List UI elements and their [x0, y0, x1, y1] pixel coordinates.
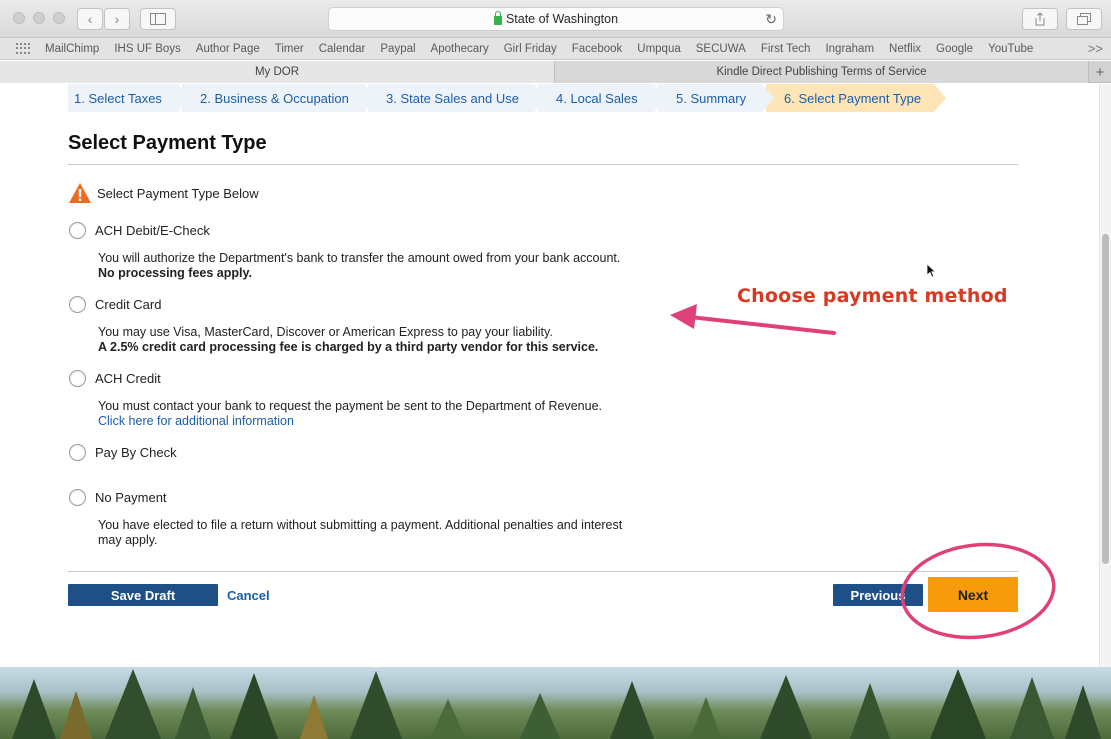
step-progress-bar: 1. Select Taxes 2. Business & Occupation…: [68, 84, 946, 112]
forward-arrow-icon[interactable]: ›: [104, 8, 130, 30]
close-window-icon[interactable]: [13, 12, 25, 24]
radio-credit-card[interactable]: [69, 296, 86, 313]
option-pay-by-check[interactable]: Pay By Check: [69, 444, 177, 461]
page-title: Select Payment Type: [68, 132, 267, 154]
radio-ach-debit[interactable]: [69, 222, 86, 239]
lock-icon: [493, 10, 502, 25]
tabs-overview-icon[interactable]: [1066, 8, 1102, 30]
bookmark-item[interactable]: YouTube: [988, 43, 1033, 55]
mouse-cursor-icon: [926, 263, 937, 278]
bookmark-item[interactable]: Author Page: [196, 43, 260, 55]
previous-button[interactable]: Previous: [833, 584, 923, 606]
bookmark-item[interactable]: Girl Friday: [504, 43, 557, 55]
description-text: You have elected to file a return withou…: [98, 518, 623, 532]
address-text: State of Washington: [505, 12, 619, 26]
divider: [68, 164, 1018, 165]
radio-pay-by-check[interactable]: [69, 444, 86, 461]
option-ach-credit[interactable]: ACH Credit: [69, 370, 161, 387]
step-select-taxes[interactable]: 1. Select Taxes: [68, 84, 190, 112]
option-ach-debit[interactable]: ACH Debit/E-Check: [69, 222, 210, 239]
tab-bar: My DOR Kindle Direct Publishing Terms of…: [0, 61, 1111, 83]
scrollbar-thumb[interactable]: [1102, 234, 1109, 564]
bookmark-item[interactable]: Calendar: [319, 43, 366, 55]
zoom-window-icon[interactable]: [53, 12, 65, 24]
bookmark-item[interactable]: MailChimp: [45, 43, 99, 55]
sidebar-toggle-icon[interactable]: [140, 8, 176, 30]
description-text: You may use Visa, MasterCard, Discover o…: [98, 325, 553, 339]
description-text: You must contact your bank to request th…: [98, 399, 603, 413]
bookmark-item[interactable]: Timer: [275, 43, 304, 55]
share-icon[interactable]: [1022, 8, 1058, 30]
radio-ach-credit[interactable]: [69, 370, 86, 387]
description-bold: A 2.5% credit card processing fee is cha…: [98, 340, 599, 354]
additional-info-link[interactable]: Click here for additional information: [98, 414, 294, 428]
ach-credit-description: You must contact your bank to request th…: [98, 399, 602, 429]
step-local-sales[interactable]: 4. Local Sales: [538, 84, 666, 112]
warning-icon: [68, 182, 92, 204]
minimize-window-icon[interactable]: [33, 12, 45, 24]
bookmark-item[interactable]: First Tech: [761, 43, 811, 55]
save-draft-button[interactable]: Save Draft: [68, 584, 218, 606]
option-credit-card[interactable]: Credit Card: [69, 296, 161, 313]
option-label: Credit Card: [95, 297, 162, 312]
no-payment-description: You have elected to file a return withou…: [98, 518, 622, 548]
option-label: No Payment: [95, 490, 167, 505]
description-text: may apply.: [98, 533, 158, 547]
bookmark-item[interactable]: Apothecary: [431, 43, 489, 55]
page-scrollbar[interactable]: [1099, 84, 1111, 667]
warning-message: Select Payment Type Below: [68, 182, 259, 204]
tab-my-dor[interactable]: My DOR: [0, 61, 555, 83]
bookmark-item[interactable]: SECUWA: [696, 43, 746, 55]
annotation-arrow-head: [670, 304, 697, 329]
top-sites-grid-icon[interactable]: [16, 42, 30, 55]
bookmark-item[interactable]: Paypal: [380, 43, 415, 55]
warning-text: Select Payment Type Below: [97, 185, 259, 201]
option-label: ACH Credit: [95, 371, 161, 386]
step-state-sales-use[interactable]: 3. State Sales and Use: [368, 84, 546, 112]
description-bold: No processing fees apply.: [98, 266, 252, 280]
footer-landscape-image: [0, 667, 1111, 739]
bookmark-item[interactable]: Google: [936, 43, 973, 55]
ach-debit-description: You will authorize the Department's bank…: [98, 251, 620, 281]
step-summary[interactable]: 5. Summary: [658, 84, 774, 112]
bookmark-item[interactable]: Ingraham: [825, 43, 874, 55]
bookmarks-overflow-icon[interactable]: >>: [1088, 41, 1103, 56]
divider: [68, 571, 1018, 572]
option-no-payment[interactable]: No Payment: [69, 489, 167, 506]
bookmark-item[interactable]: IHS UF Boys: [114, 43, 180, 55]
credit-card-description: You may use Visa, MasterCard, Discover o…: [98, 325, 598, 355]
browser-titlebar: ‹ › State of Washington ↻: [0, 0, 1111, 38]
annotation-arrow-shaft: [688, 315, 836, 335]
address-bar[interactable]: State of Washington ↻: [328, 7, 784, 31]
next-button[interactable]: Next: [928, 577, 1018, 612]
bookmark-item[interactable]: Facebook: [572, 43, 623, 55]
tab-kindle-terms[interactable]: Kindle Direct Publishing Terms of Servic…: [555, 61, 1089, 83]
description-text: You will authorize the Department's bank…: [98, 251, 621, 265]
bookmark-item[interactable]: Netflix: [889, 43, 921, 55]
step-business-occupation[interactable]: 2. Business & Occupation: [182, 84, 376, 112]
bookmarks-bar: MailChimp IHS UF Boys Author Page Timer …: [0, 38, 1111, 60]
annotation-label: Choose payment method: [737, 285, 1008, 307]
radio-no-payment[interactable]: [69, 489, 86, 506]
option-label: ACH Debit/E-Check: [95, 223, 210, 238]
reload-icon[interactable]: ↻: [765, 11, 777, 28]
option-label: Pay By Check: [95, 445, 177, 460]
bookmark-item[interactable]: Umpqua: [637, 43, 680, 55]
cancel-link[interactable]: Cancel: [227, 588, 270, 603]
new-tab-icon[interactable]: +: [1089, 61, 1111, 83]
step-select-payment-type[interactable]: 6. Select Payment Type: [766, 84, 946, 112]
back-arrow-icon[interactable]: ‹: [77, 8, 103, 30]
